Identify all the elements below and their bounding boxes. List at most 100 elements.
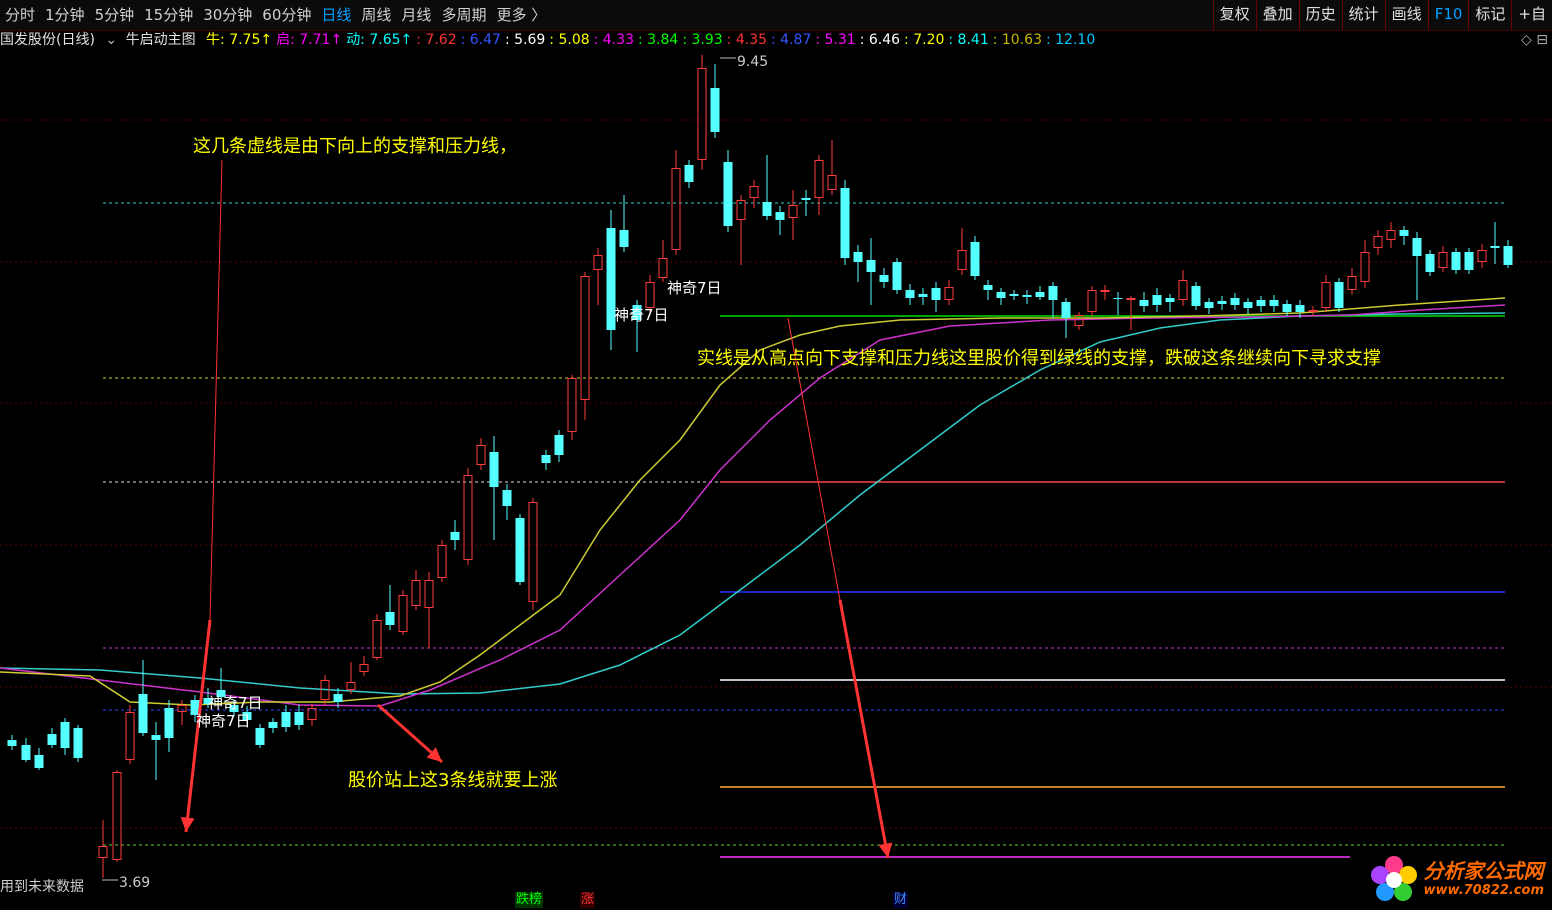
candle-body-down	[1334, 282, 1344, 308]
indicator-value: : 4.87	[771, 32, 812, 48]
dragon-tiger-badge[interactable]: 跌榜	[515, 892, 544, 908]
future-data-note: 用到未来数据	[0, 879, 84, 895]
panel-controls[interactable]: ◇ ⊟	[1521, 30, 1548, 50]
tab-period-active[interactable]: 日线	[316, 0, 356, 30]
finance-badge[interactable]: 财	[893, 892, 909, 908]
candle-body-down	[1425, 254, 1435, 272]
candle-body-down	[1282, 304, 1292, 312]
tab-period[interactable]: 60分钟	[257, 0, 316, 30]
candle-body-down	[1269, 300, 1279, 306]
indicator-value: : 5.08	[549, 32, 590, 48]
candle-body-up	[1360, 252, 1370, 282]
indicator-name[interactable]: 牛启动主图	[126, 30, 196, 50]
signal-label: 神奇7日	[196, 712, 251, 730]
f10-button[interactable]: F10	[1427, 0, 1469, 30]
candle-body-up	[1386, 230, 1396, 240]
tool-buttons: 复权 叠加 历史 统计 画线 F10 标记 +自	[1212, 0, 1552, 30]
period-toolbar: 分时 1分钟 5分钟 15分钟 30分钟 60分钟 日线 周线 月线 多周期 更…	[0, 0, 1552, 31]
signal-label: 神奇7日	[667, 279, 722, 297]
candle-body-down	[1139, 300, 1149, 306]
candle-body-up	[1477, 250, 1487, 262]
tab-period[interactable]: 15分钟	[139, 0, 198, 30]
candle-body-up	[671, 168, 681, 250]
candle-body-down	[1503, 246, 1513, 265]
candle-body-down	[502, 490, 512, 506]
signal-label: 神奇7日	[208, 694, 263, 712]
candle-body-up	[1178, 280, 1188, 300]
candle-body-up	[177, 705, 187, 712]
candle-body-up	[1087, 290, 1097, 312]
indicator-values: 牛: 7.75↑ 启: 7.71↑ 动: 7.65↑: 7.62: 6.47: 5.…	[206, 30, 1099, 50]
candle-body-up	[567, 378, 577, 432]
indicator-value: : 4.33	[593, 32, 634, 48]
candle-body-down	[151, 735, 161, 740]
candle-body-up	[1100, 290, 1110, 292]
annotation-dashed-lines: 这几条虚线是由下向上的支撑和压力线，	[193, 136, 517, 157]
indicator-value: 动: 7.65↑	[346, 32, 413, 48]
tab-period[interactable]: 5分钟	[90, 0, 140, 30]
draw-line-button[interactable]: 画线	[1384, 0, 1428, 30]
indicator-value: : 3.93	[682, 32, 723, 48]
candle-body-down	[1230, 298, 1240, 305]
indicator-value: : 10.63	[992, 32, 1042, 48]
candle-body-down	[684, 165, 694, 182]
overlay-button[interactable]: 叠加	[1255, 0, 1299, 30]
candle-body-down	[268, 722, 278, 728]
candle-body-down	[931, 288, 941, 300]
low-price-label: 3.69	[119, 875, 150, 891]
candle-body-down	[489, 452, 499, 487]
indicator-value: 牛: 7.75↑	[206, 32, 273, 48]
candle-body-up	[827, 175, 837, 190]
candle-body-down	[1204, 302, 1214, 308]
candle-body-down	[775, 212, 785, 220]
candle-body-down	[970, 242, 980, 276]
candle-body-down	[1399, 230, 1409, 236]
candle-body-down	[281, 712, 291, 727]
signal-label: 神奇7日	[614, 306, 669, 324]
add-self-button[interactable]: +自	[1511, 0, 1552, 30]
more-periods-button[interactable]: 更多 〉	[491, 0, 551, 30]
candle-body-up	[957, 250, 967, 270]
candle-body-down	[983, 285, 993, 290]
indicator-value: : 5.31	[815, 32, 856, 48]
candle-body-up	[1373, 236, 1383, 248]
indicator-value: : 12.10	[1045, 32, 1096, 48]
chevron-down-icon[interactable]: ⌄	[105, 30, 117, 50]
kline-chart[interactable]: 神奇7日神奇7日神奇7日神奇7日9.453.69	[0, 50, 1552, 910]
mark-button[interactable]: 标记	[1468, 0, 1511, 30]
candle-body-down	[879, 275, 889, 282]
candle-body-down	[905, 290, 915, 298]
annotation-solid-lines: 实线是从高点向下支撑和压力线这里股价得到绿线的支撑，跌破这条继续向下寻求支撑	[697, 348, 1381, 369]
candle-body-down	[1113, 298, 1123, 299]
candle-body-down	[996, 292, 1006, 298]
candle-body-up	[463, 475, 473, 560]
tab-period[interactable]: 多周期	[436, 0, 491, 30]
candle-body-down	[255, 728, 265, 745]
indicator-value: : 3.84	[637, 32, 679, 48]
arrow-head	[878, 842, 893, 858]
candle-body-up	[1347, 276, 1357, 290]
candle-body-down	[762, 202, 772, 216]
adjust-button[interactable]: 复权	[1212, 0, 1256, 30]
candle-body-up	[528, 502, 538, 602]
tab-period[interactable]: 月线	[396, 0, 436, 30]
candle-body-down	[801, 198, 811, 200]
indicator-value: : 4.35	[726, 32, 768, 48]
stats-button[interactable]: 统计	[1341, 0, 1385, 30]
annotation-arrow	[838, 599, 890, 859]
candle-body-up	[98, 846, 108, 858]
candle-body-up	[398, 595, 408, 632]
limit-up-badge[interactable]: 涨	[580, 892, 596, 908]
candle-body-up	[346, 682, 356, 690]
indicator-value: : 6.46	[859, 32, 901, 48]
candle-body-up	[437, 545, 447, 578]
candle-body-down	[1035, 292, 1045, 297]
indicator-value: : 5.69	[504, 32, 546, 48]
tab-period[interactable]: 30分钟	[198, 0, 257, 30]
tab-period[interactable]: 分时	[0, 0, 40, 30]
tab-period[interactable]: 周线	[356, 0, 396, 30]
candle-body-down	[840, 188, 850, 258]
candle-body-up	[645, 282, 655, 308]
history-button[interactable]: 历史	[1298, 0, 1342, 30]
tab-period[interactable]: 1分钟	[40, 0, 90, 30]
